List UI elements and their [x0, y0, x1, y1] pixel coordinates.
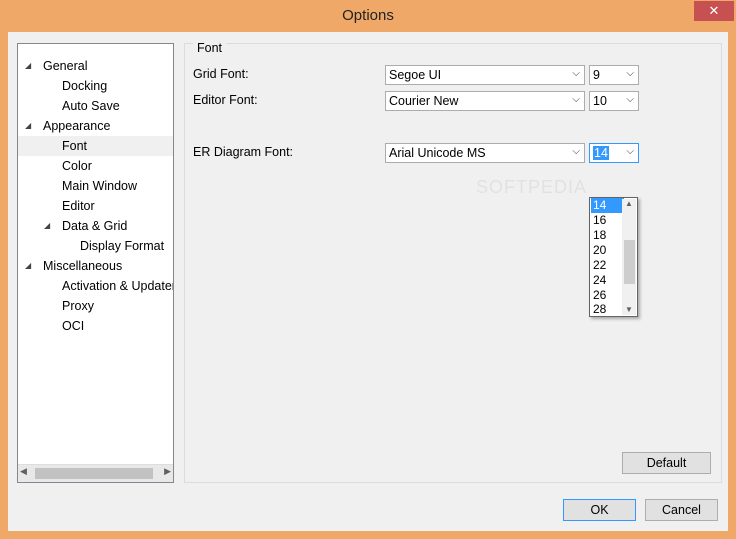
tree-item-main-window[interactable]: Main Window	[62, 176, 137, 196]
tree-item-editor[interactable]: Editor	[62, 196, 95, 216]
chevron-down-icon[interactable]: ⌵	[626, 146, 634, 157]
expanded-arrow-icon[interactable]: ◢	[25, 116, 31, 136]
tree-item-miscellaneous[interactable]: Miscellaneous	[43, 256, 122, 276]
options-tree[interactable]: ◢ General Docking Auto Save ◢ Appearance…	[17, 43, 174, 483]
size-option-14[interactable]: 14	[591, 198, 624, 213]
tree-item-oci[interactable]: OCI	[62, 316, 84, 336]
editor-font-value: Courier New	[389, 94, 459, 108]
tree-item-font: Font	[62, 139, 88, 153]
grid-font-label: Grid Font:	[193, 67, 249, 81]
size-option-22[interactable]: 22	[591, 258, 624, 273]
scroll-left-icon[interactable]: ◀	[20, 466, 27, 477]
tree-item-data-grid[interactable]: Data & Grid	[62, 216, 127, 236]
chevron-down-icon[interactable]: ⌵	[572, 68, 580, 79]
window-title: Options	[342, 7, 394, 24]
scroll-right-icon[interactable]: ▶	[164, 466, 171, 477]
dropdown-vertical-scrollbar[interactable]: ▲ ▼	[622, 199, 636, 315]
expanded-arrow-icon[interactable]: ◢	[44, 216, 50, 236]
expanded-arrow-icon[interactable]: ◢	[25, 56, 31, 76]
close-button[interactable]: ✕	[694, 1, 734, 21]
tree-item-docking[interactable]: Docking	[62, 76, 107, 96]
tree-item-appearance[interactable]: Appearance	[43, 116, 110, 136]
editor-font-size-select[interactable]: 10 ⌵	[589, 91, 639, 111]
chevron-down-icon[interactable]: ⌵	[626, 68, 634, 79]
close-icon: ✕	[708, 3, 720, 18]
editor-font-size-value: 10	[593, 94, 607, 108]
scroll-down-icon[interactable]: ▼	[625, 305, 633, 314]
tree-item-general[interactable]: General	[43, 56, 87, 76]
editor-font-select[interactable]: Courier New ⌵	[385, 91, 585, 111]
scroll-up-icon[interactable]: ▲	[625, 199, 633, 208]
tree-item-font-selected[interactable]: Font	[18, 136, 173, 156]
expanded-arrow-icon[interactable]: ◢	[25, 256, 31, 276]
watermark-text: SOFTPEDIA	[476, 177, 588, 197]
grid-font-size-value: 9	[593, 68, 600, 82]
ok-button[interactable]: OK	[563, 499, 636, 521]
font-group-title: Font	[193, 41, 227, 55]
options-window: Options ✕ ◢ General Docking Auto Save ◢ …	[0, 0, 736, 539]
cancel-button[interactable]: Cancel	[645, 499, 718, 521]
tree-horizontal-scrollbar[interactable]: ◀ ▶	[18, 464, 173, 482]
grid-font-select[interactable]: Segoe UI ⌵	[385, 65, 585, 85]
size-option-24[interactable]: 24	[591, 273, 624, 288]
size-option-28[interactable]: 28	[591, 302, 624, 317]
editor-font-label: Editor Font:	[193, 93, 258, 107]
dialog-client-area: ◢ General Docking Auto Save ◢ Appearance…	[8, 32, 728, 531]
er-diagram-font-size-value: 14	[593, 146, 609, 160]
er-diagram-font-size-select[interactable]: 14 ⌵	[589, 143, 639, 163]
chevron-down-icon[interactable]: ⌵	[572, 94, 580, 105]
scrollbar-thumb[interactable]	[35, 468, 153, 479]
tree-item-auto-save[interactable]: Auto Save	[62, 96, 120, 116]
default-button[interactable]: Default	[622, 452, 711, 474]
scrollbar-thumb[interactable]	[624, 240, 635, 284]
grid-font-value: Segoe UI	[389, 68, 442, 82]
er-diagram-font-select[interactable]: Arial Unicode MS ⌵	[385, 143, 585, 163]
er-diagram-font-label: ER Diagram Font:	[193, 145, 294, 159]
size-option-18[interactable]: 18	[591, 228, 624, 243]
size-option-16[interactable]: 16	[591, 213, 624, 228]
grid-font-size-select[interactable]: 9 ⌵	[589, 65, 639, 85]
chevron-down-icon[interactable]: ⌵	[626, 94, 634, 105]
tree-item-color[interactable]: Color	[62, 156, 92, 176]
title-bar[interactable]: Options ✕	[0, 0, 736, 32]
settings-panel: Font Grid Font: Segoe UI ⌵ 9 ⌵ Editor Fo…	[184, 41, 722, 483]
size-option-20[interactable]: 20	[591, 243, 624, 258]
tree-item-display-format[interactable]: Display Format	[80, 236, 164, 256]
tree-item-activation-updater[interactable]: Activation & Updater	[62, 276, 173, 296]
font-size-dropdown-list[interactable]: 14 16 18 20 22 24 26 28 ▲ ▼	[589, 197, 638, 317]
er-diagram-font-value: Arial Unicode MS	[389, 146, 486, 160]
tree-item-proxy[interactable]: Proxy	[62, 296, 94, 316]
chevron-down-icon[interactable]: ⌵	[572, 146, 580, 157]
size-option-26[interactable]: 26	[591, 288, 624, 303]
